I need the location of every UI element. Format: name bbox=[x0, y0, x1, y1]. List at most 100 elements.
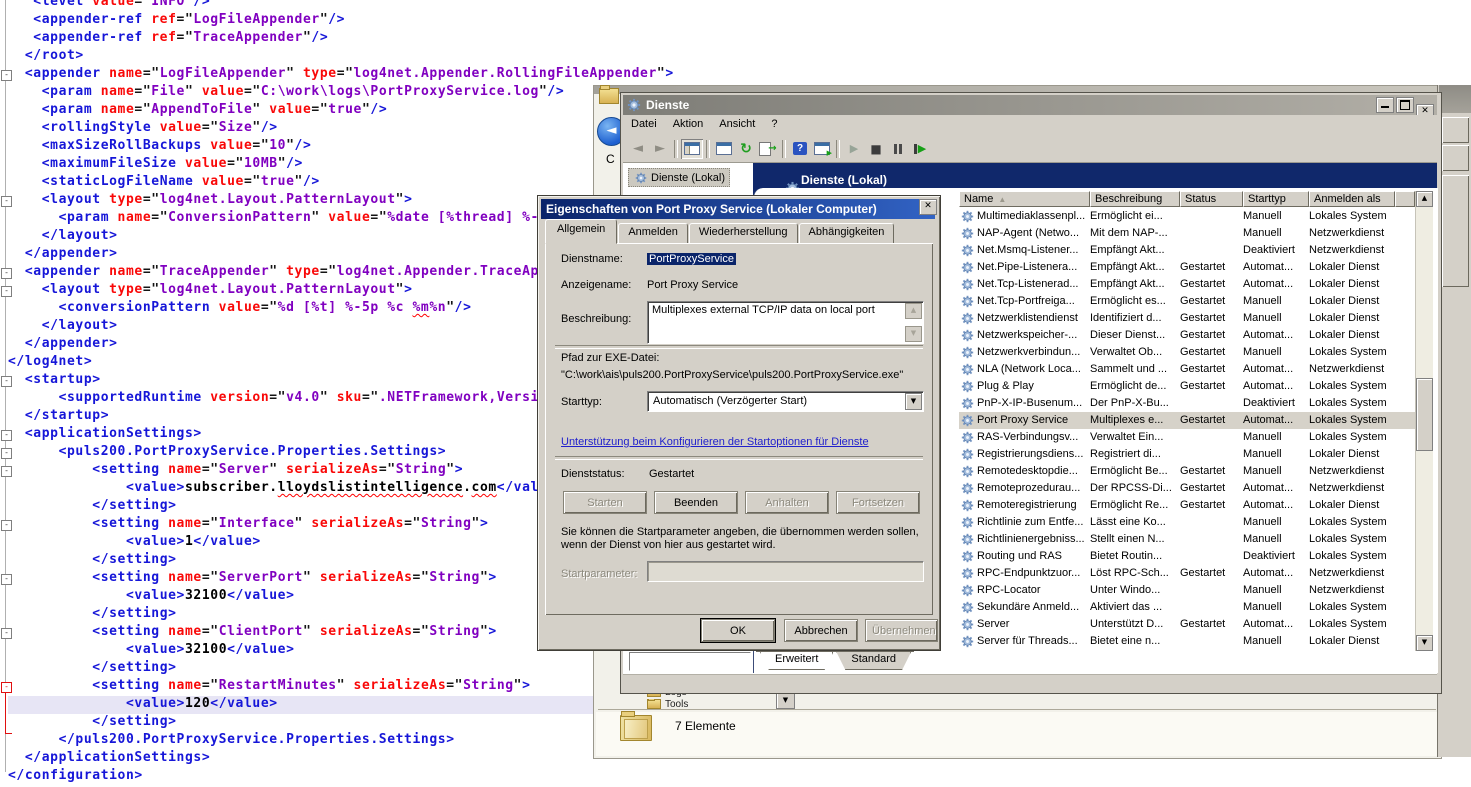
code-line[interactable]: <layout type="log4net.Layout.PatternLayo… bbox=[8, 282, 413, 300]
forward-icon[interactable]: ► bbox=[649, 139, 671, 159]
code-line[interactable]: </setting> bbox=[8, 660, 177, 678]
code-line[interactable]: </appender> bbox=[8, 246, 118, 264]
service-row[interactable]: NetzwerklistendienstIdentifiziert d...Ge… bbox=[959, 310, 1415, 327]
service-row[interactable]: RemoteregistrierungErmöglicht Re...Gesta… bbox=[959, 497, 1415, 514]
resume-button[interactable]: Fortsetzen bbox=[836, 491, 920, 514]
dialog-close-button[interactable]: ✕ bbox=[919, 199, 937, 215]
restart-service-icon[interactable]: ▶ bbox=[909, 139, 931, 159]
back-icon[interactable]: ◄ bbox=[627, 139, 649, 159]
service-row[interactable]: Remotedesktopdie...Ermöglicht Be...Gesta… bbox=[959, 463, 1415, 480]
tree-node-dienste-lokal[interactable]: Dienste (Lokal) bbox=[628, 168, 730, 187]
pause-service-icon[interactable] bbox=[887, 139, 909, 159]
code-line[interactable]: <value>120</value> bbox=[8, 696, 608, 714]
column-header-spacer[interactable] bbox=[1395, 191, 1415, 207]
service-row[interactable]: Multimediaklassenpl...Ermöglicht ei...Ma… bbox=[959, 208, 1415, 225]
code-line[interactable]: </applicationSettings> bbox=[8, 750, 210, 768]
menu-help[interactable]: ? bbox=[763, 115, 785, 130]
start-service-icon[interactable]: ▶ bbox=[843, 139, 865, 159]
service-row[interactable]: Routing und RASBietet Routin...Deaktivie… bbox=[959, 548, 1415, 565]
column-header-beschreibung[interactable]: Beschreibung bbox=[1090, 191, 1180, 207]
code-line[interactable]: <puls200.PortProxyService.Properties.Set… bbox=[8, 444, 446, 462]
code-line[interactable]: <maximumFileSize value="10MB"/> bbox=[8, 156, 303, 174]
code-line[interactable]: <param name="ConversionPattern" value="%… bbox=[8, 210, 547, 228]
service-row[interactable]: Net.Tcp-Portfreiga...Ermöglicht es...Ges… bbox=[959, 293, 1415, 310]
minimize-button[interactable] bbox=[1376, 97, 1394, 113]
code-line[interactable]: <setting name="RestartMinutes" serialize… bbox=[8, 678, 531, 696]
scroll-thumb[interactable] bbox=[1416, 378, 1433, 451]
service-row[interactable]: Net.Tcp-Listenerad...Empfängt Akt...Gest… bbox=[959, 276, 1415, 293]
tab-wiederherstellung[interactable]: Wiederherstellung bbox=[689, 223, 798, 244]
service-row[interactable]: RPC-Endpunktzuor...Löst RPC-Sch...Gestar… bbox=[959, 565, 1415, 582]
code-line[interactable]: <value>subscriber.lloydslistintelligence… bbox=[8, 480, 547, 498]
stop-button[interactable]: Beenden bbox=[654, 491, 738, 514]
startup-options-help-link[interactable]: Unterstützung beim Konfigurieren der Sta… bbox=[561, 436, 869, 448]
service-name-value[interactable]: PortProxyService bbox=[647, 253, 736, 265]
action-pane-icon[interactable]: ▶ bbox=[811, 139, 833, 159]
tab-anmelden[interactable]: Anmelden bbox=[618, 223, 688, 244]
start-button[interactable]: Starten bbox=[563, 491, 647, 514]
pause-button[interactable]: Anhalten bbox=[745, 491, 829, 514]
service-row[interactable]: Port Proxy ServiceMultiplexes e...Gestar… bbox=[959, 412, 1415, 429]
service-row[interactable]: Sekundäre Anmeld...Aktiviert das ...Manu… bbox=[959, 599, 1415, 616]
code-line[interactable]: </puls200.PortProxyService.Properties.Se… bbox=[8, 732, 455, 750]
start-params-input[interactable] bbox=[647, 561, 924, 582]
service-row[interactable]: Registrierungsdiens...Registriert di...M… bbox=[959, 446, 1415, 463]
apply-button[interactable]: Übernehmen bbox=[865, 619, 938, 642]
code-line[interactable]: <param name="File" value="C:\work\logs\P… bbox=[8, 84, 564, 102]
combo-dropdown-button[interactable]: ▼ bbox=[776, 692, 795, 709]
service-row[interactable]: Net.Pipe-Listenera...Empfängt Akt...Gest… bbox=[959, 259, 1415, 276]
service-row[interactable]: Netzwerkverbindun...Verwaltet Ob...Gesta… bbox=[959, 344, 1415, 361]
tab-abhängigkeiten[interactable]: Abhängigkeiten bbox=[799, 223, 895, 244]
dialog-titlebar[interactable]: Eigenschaften von Port Proxy Service (Lo… bbox=[541, 199, 935, 219]
code-line[interactable]: </startup> bbox=[8, 408, 109, 426]
properties-icon[interactable] bbox=[713, 139, 735, 159]
code-line[interactable]: <value>32100</value> bbox=[8, 642, 295, 660]
vertical-scrollbar[interactable]: ▲ ▼ bbox=[1415, 191, 1433, 651]
service-row[interactable]: PnP-X-IP-Busenum...Der PnP-X-Bu...Deakti… bbox=[959, 395, 1415, 412]
service-row[interactable]: NLA (Network Loca...Sammelt und ...Gesta… bbox=[959, 361, 1415, 378]
column-header-name[interactable]: Name▲ bbox=[959, 191, 1090, 207]
chevron-down-icon[interactable]: ▼ bbox=[905, 393, 922, 410]
menu-datei[interactable]: Datei bbox=[623, 115, 665, 130]
code-line[interactable]: </setting> bbox=[8, 606, 177, 624]
service-row[interactable]: RAS-Verbindungsv...Verwaltet Ein...Manue… bbox=[959, 429, 1415, 446]
service-row[interactable]: Netzwerkspeicher-...Dieser Dienst...Gest… bbox=[959, 327, 1415, 344]
service-row[interactable]: Server für Threads...Bietet eine n...Man… bbox=[959, 633, 1415, 650]
code-line[interactable]: </setting> bbox=[8, 714, 177, 732]
code-line[interactable]: </setting> bbox=[8, 552, 177, 570]
service-row[interactable]: Richtlinie zum Entfe...Lässt eine Ko...M… bbox=[959, 514, 1415, 531]
code-line[interactable]: <startup> bbox=[8, 372, 101, 390]
code-line[interactable]: <value>32100</value> bbox=[8, 588, 295, 606]
code-line[interactable]: <setting name="ClientPort" serializeAs="… bbox=[8, 624, 497, 642]
code-line[interactable]: </appender> bbox=[8, 336, 118, 354]
code-line[interactable]: <appender-ref ref="LogFileAppender"/> bbox=[8, 12, 345, 30]
code-line[interactable]: <appender-ref ref="TraceAppender"/> bbox=[8, 30, 328, 48]
scroll-down-button[interactable]: ▼ bbox=[905, 326, 922, 342]
service-row[interactable]: Richtlinienergebniss...Stellt einen N...… bbox=[959, 531, 1415, 548]
code-line[interactable]: <appender name="TraceAppender" type="log… bbox=[8, 264, 547, 282]
view-tab-standard[interactable]: Standard bbox=[836, 652, 911, 670]
column-header-starttyp[interactable]: Starttyp bbox=[1243, 191, 1309, 207]
code-line[interactable]: <conversionPattern value="%d [%t] %-5p %… bbox=[8, 300, 472, 318]
code-line[interactable]: <setting name="Interface" serializeAs="S… bbox=[8, 516, 488, 534]
refresh-icon[interactable]: ↻ bbox=[735, 139, 757, 159]
code-line[interactable]: <rollingStyle value="Size"/> bbox=[8, 120, 278, 138]
code-line[interactable]: <setting name="Server" serializeAs="Stri… bbox=[8, 462, 463, 480]
service-row[interactable]: RPC-LocatorUnter Windo...ManuellNetzwerk… bbox=[959, 582, 1415, 599]
description-field[interactable]: Multiplexes external TCP/IP data on loca… bbox=[647, 301, 924, 344]
ok-button[interactable]: OK bbox=[701, 619, 775, 642]
view-tab-erweitert[interactable]: Erweitert bbox=[760, 652, 833, 670]
menu-ansicht[interactable]: Ansicht bbox=[711, 115, 763, 130]
code-line[interactable]: <level value="INFO"/> bbox=[8, 0, 210, 12]
code-line[interactable]: </setting> bbox=[8, 498, 177, 516]
code-line[interactable]: </root> bbox=[8, 48, 84, 66]
startup-type-select[interactable]: Automatisch (Verzögerter Start) ▼ bbox=[647, 391, 924, 412]
code-line[interactable]: </configuration> bbox=[8, 768, 143, 786]
tab-allgemein[interactable]: Allgemein bbox=[545, 219, 617, 244]
code-line[interactable]: <applicationSettings> bbox=[8, 426, 202, 444]
code-line[interactable]: <maxSizeRollBackups value="10"/> bbox=[8, 138, 311, 156]
code-line[interactable]: </layout> bbox=[8, 228, 118, 246]
code-line[interactable]: <staticLogFileName value="true"/> bbox=[8, 174, 320, 192]
help-icon[interactable]: ? bbox=[789, 139, 811, 159]
code-line[interactable]: <param name="AppendToFile" value="true"/… bbox=[8, 102, 387, 120]
